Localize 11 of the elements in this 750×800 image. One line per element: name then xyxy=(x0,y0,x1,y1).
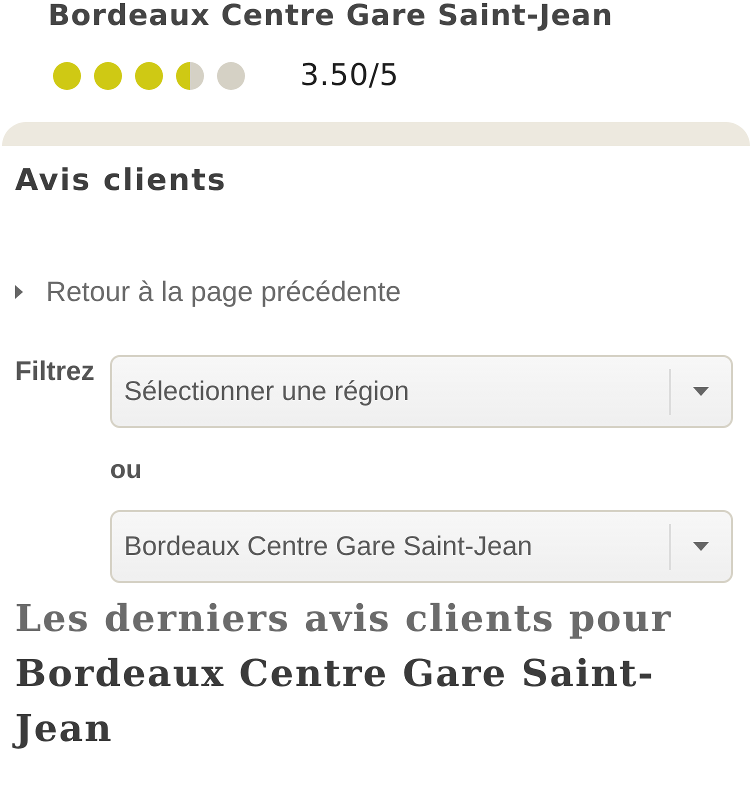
caret-icon xyxy=(693,542,709,551)
back-link[interactable]: Retour à la page précédente xyxy=(46,271,401,313)
or-label: ou xyxy=(110,453,142,486)
triangle-right-icon xyxy=(15,285,23,299)
filter-label: Filtrez xyxy=(15,355,96,388)
rating-score: 3.50/5 xyxy=(300,57,399,95)
dropdown-select[interactable]: Sélectionner une région xyxy=(110,355,733,428)
caret-icon xyxy=(693,387,709,396)
hotel-name: Bordeaux Centre Gare Saint-Jean xyxy=(48,0,614,30)
dropdown-select[interactable]: Bordeaux Centre Gare Saint-Jean xyxy=(110,510,733,583)
section-title: Avis clients xyxy=(15,163,228,199)
